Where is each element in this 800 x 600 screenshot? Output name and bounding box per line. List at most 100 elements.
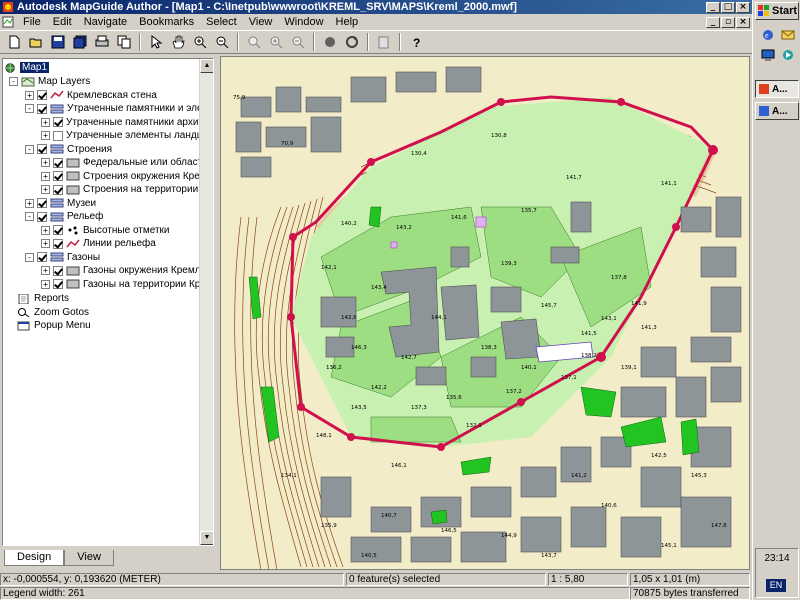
zoom-out-button[interactable]: [212, 32, 232, 52]
save-button[interactable]: [48, 32, 68, 52]
layer-visibility-checkbox[interactable]: [37, 144, 47, 154]
layer-visibility-checkbox[interactable]: [53, 157, 63, 168]
maximize-button[interactable]: □: [721, 1, 735, 13]
new-button[interactable]: [4, 32, 24, 52]
expand-toggle-icon[interactable]: +: [41, 266, 50, 275]
collapse-toggle-icon[interactable]: -: [25, 212, 34, 221]
map-root-label[interactable]: Map1: [20, 62, 50, 73]
layer-label[interactable]: Линии рельефа: [83, 238, 156, 249]
expand-toggle-icon[interactable]: +: [41, 131, 50, 140]
kremlin-map[interactable]: 75,9 70,9 130,4 130,8 141,1 140,2 143,2 141,6 13…: [221, 57, 750, 570]
layer-label[interactable]: Музеи: [67, 198, 96, 209]
expand-toggle-icon[interactable]: +: [41, 225, 50, 235]
layer-item[interactable]: - Газоны: [25, 251, 100, 264]
menu-window[interactable]: Window: [278, 14, 329, 30]
expand-toggle-icon[interactable]: +: [25, 90, 34, 100]
layer-label[interactable]: Газоны окружения Кремля: [83, 265, 206, 276]
zoom-in-grey-button[interactable]: [266, 32, 286, 52]
layer-visibility-checkbox[interactable]: [37, 198, 47, 208]
menu-edit[interactable]: Edit: [47, 14, 78, 30]
zoom-previous-button[interactable]: [244, 32, 264, 52]
layer-visibility-checkbox[interactable]: [53, 130, 63, 141]
tree-extra-label[interactable]: Reports: [34, 293, 69, 304]
layer-label[interactable]: Строения окружения Кремля: [83, 171, 213, 182]
expand-toggle-icon[interactable]: +: [41, 185, 50, 194]
tree-root[interactable]: Map1: [5, 61, 50, 74]
layer-label[interactable]: Утраченные памятники и элементы: [67, 103, 213, 114]
task-button-app[interactable]: A...: [755, 102, 799, 120]
expand-toggle-icon[interactable]: +: [25, 198, 34, 208]
layer-visibility-checkbox[interactable]: [53, 117, 63, 127]
zoom-out-grey-button[interactable]: [288, 32, 308, 52]
layer-item[interactable]: - Рельеф: [25, 210, 103, 223]
minimize-button[interactable]: _: [706, 1, 720, 13]
vertical-scrollbar[interactable]: ▲ ▼: [199, 59, 213, 545]
layer-visibility-checkbox[interactable]: [53, 238, 63, 249]
tree-extra-label[interactable]: Zoom Gotos: [34, 307, 89, 318]
internet-explorer-icon[interactable]: e: [761, 28, 775, 42]
layer-item[interactable]: - Утраченные памятники и элементы: [25, 102, 213, 115]
layer-label[interactable]: Утраченные элементы ландшаф: [66, 130, 213, 141]
menu-select[interactable]: Select: [200, 14, 243, 30]
layer-label[interactable]: Федеральные или областные: [83, 157, 213, 168]
layer-visibility-checkbox[interactable]: [37, 90, 47, 100]
layer-label[interactable]: Газоны на территории Кремля: [83, 279, 213, 290]
menu-bookmarks[interactable]: Bookmarks: [133, 14, 200, 30]
expand-toggle-icon[interactable]: +: [41, 117, 50, 127]
layer-item[interactable]: + Линии рельефа: [41, 237, 156, 250]
map-view[interactable]: 75,9 70,9 130,4 130,8 141,1 140,2 143,2 141,6 13…: [220, 56, 750, 570]
layer-label[interactable]: Строения на территории Кремля: [83, 184, 213, 195]
save-all-button[interactable]: [70, 32, 90, 52]
layer-label[interactable]: Утраченные памятники архитек: [66, 117, 213, 128]
help-button[interactable]: ?: [406, 32, 426, 52]
desktop-icon[interactable]: [761, 48, 775, 62]
clock[interactable]: 23:14: [756, 553, 798, 564]
tree-extra-item[interactable]: Popup Menu: [17, 319, 91, 332]
layer-tree[interactable]: Map1 - Map Layers + Кремлевская стена - Утрач…: [2, 58, 214, 546]
collapse-toggle-icon[interactable]: -: [9, 77, 18, 86]
zoom-in-button[interactable]: [190, 32, 210, 52]
select-tool-button[interactable]: [146, 32, 166, 52]
layer-item[interactable]: + Строения окружения Кремля: [41, 170, 213, 183]
close-button[interactable]: ×: [736, 1, 750, 13]
outlook-icon[interactable]: [781, 28, 795, 42]
copy-button[interactable]: [114, 32, 134, 52]
layer-visibility-checkbox[interactable]: [37, 103, 47, 114]
layer-item[interactable]: + Строения на территории Кремля: [41, 183, 213, 196]
pan-tool-button[interactable]: [168, 32, 188, 52]
layer-label[interactable]: Высотные отметки: [83, 225, 170, 236]
map-document-icon[interactable]: [2, 16, 14, 28]
refresh-button[interactable]: [342, 32, 362, 52]
media-icon[interactable]: [781, 48, 795, 62]
mdi-restore-button[interactable]: ▫: [721, 16, 735, 28]
layer-label[interactable]: Кремлевская стена: [67, 90, 157, 101]
layer-item[interactable]: - Строения: [25, 143, 112, 156]
layer-item[interactable]: - Map Layers: [9, 75, 90, 88]
collapse-toggle-icon[interactable]: -: [25, 252, 34, 262]
expand-toggle-icon[interactable]: +: [41, 171, 50, 181]
copy-map-button[interactable]: [374, 32, 394, 52]
expand-toggle-icon[interactable]: +: [41, 158, 50, 167]
layer-visibility-checkbox[interactable]: [53, 184, 63, 195]
layer-visibility-checkbox[interactable]: [53, 171, 63, 181]
tree-extra-item[interactable]: Zoom Gotos: [17, 306, 89, 319]
expand-toggle-icon[interactable]: +: [41, 239, 50, 248]
mdi-minimize-button[interactable]: _: [706, 16, 720, 28]
print-button[interactable]: [92, 32, 112, 52]
layer-item[interactable]: + Газоны окружения Кремля: [41, 264, 206, 277]
layer-visibility-checkbox[interactable]: [37, 211, 47, 222]
stop-button[interactable]: [320, 32, 340, 52]
layer-visibility-checkbox[interactable]: [53, 225, 63, 235]
menu-help[interactable]: Help: [330, 14, 365, 30]
open-button[interactable]: [26, 32, 46, 52]
tree-extra-label[interactable]: Popup Menu: [34, 320, 91, 331]
layer-visibility-checkbox[interactable]: [37, 252, 47, 262]
layer-label[interactable]: Map Layers: [38, 76, 90, 87]
layer-item[interactable]: + Кремлевская стена: [25, 89, 157, 102]
layer-item[interactable]: + Утраченные элементы ландшаф: [41, 129, 213, 142]
scroll-down-arrow[interactable]: ▼: [200, 531, 213, 545]
layer-visibility-checkbox[interactable]: [53, 279, 63, 289]
menu-file[interactable]: File: [17, 14, 47, 30]
layer-label[interactable]: Рельеф: [67, 211, 103, 222]
tab-design[interactable]: Design: [4, 550, 65, 566]
